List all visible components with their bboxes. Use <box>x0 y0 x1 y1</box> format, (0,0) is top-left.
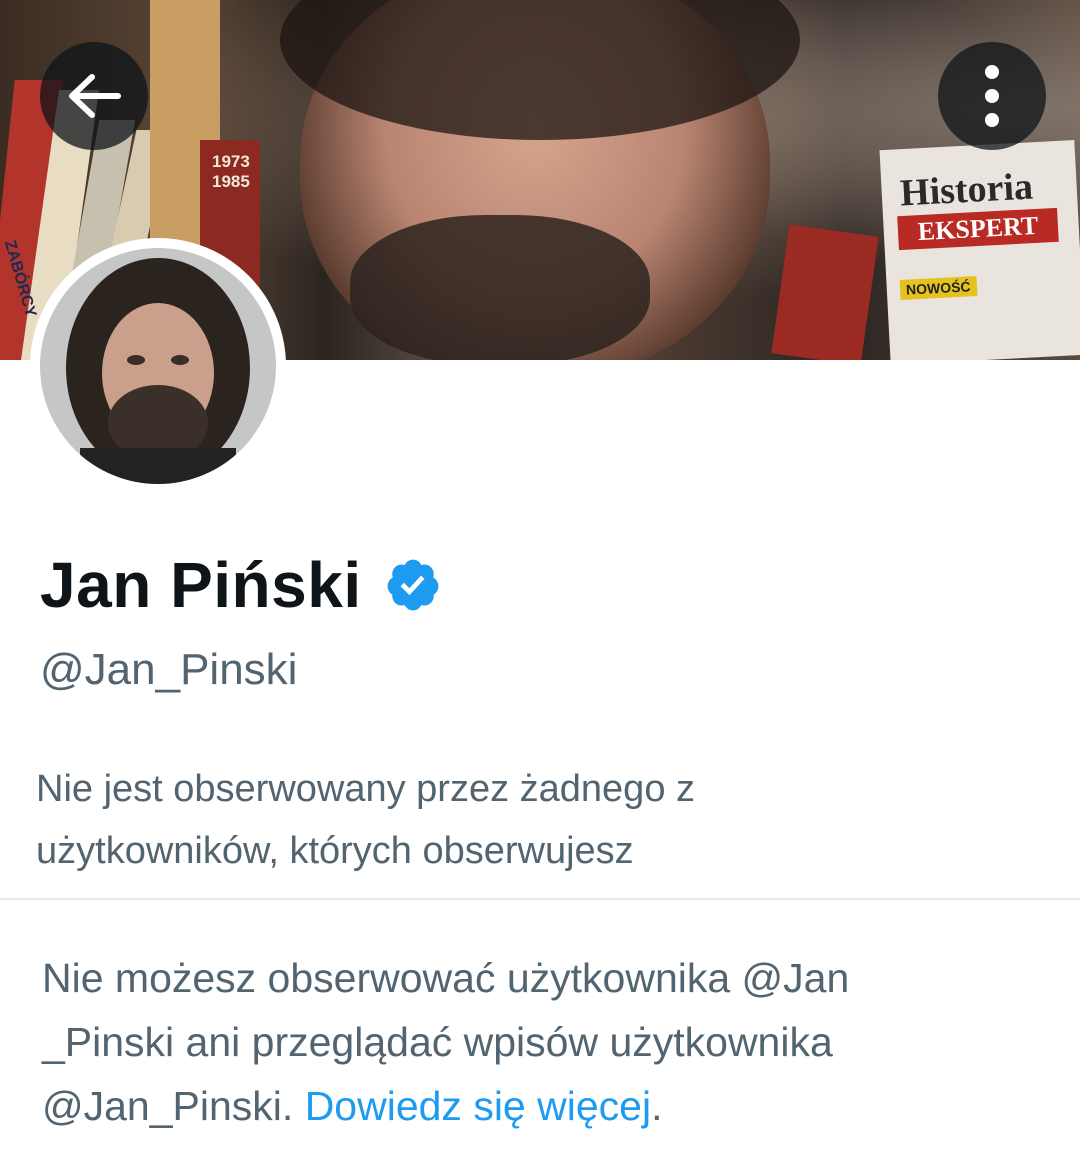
profile-handle: @Jan_Pinski <box>40 645 298 694</box>
protected-text-line3: @Jan_Pinski. <box>42 1083 294 1129</box>
banner-beard <box>350 215 650 360</box>
magazine-title: Historia <box>898 165 1034 215</box>
protected-account-notice: Nie możesz obserwować użytkownika @Jan _… <box>42 946 1042 1138</box>
book-years-label: 1973 1985 <box>212 152 250 191</box>
arrow-left-icon <box>69 74 121 118</box>
protected-text-line2: _Pinski ani przeglądać wpisów użytkownik… <box>42 1019 833 1065</box>
followers-you-know-note: Nie jest obserwowany przez żadnego z uży… <box>36 768 696 872</box>
profile-name: Jan Piński <box>40 549 362 621</box>
protected-text-line1: Nie możesz obserwować użytkownika @Jan <box>42 955 850 1001</box>
more-options-button[interactable] <box>938 42 1046 150</box>
profile-name-row: Jan Piński <box>40 548 442 622</box>
more-vertical-icon <box>985 65 999 127</box>
verified-badge-icon[interactable] <box>384 556 442 614</box>
learn-more-link[interactable]: Dowiedz się więcej <box>305 1083 651 1129</box>
avatar-portrait <box>40 248 276 484</box>
book-spine-red-right <box>771 224 879 360</box>
section-divider <box>0 898 1080 900</box>
protected-text-suffix: . <box>651 1083 663 1129</box>
avatar-image <box>40 248 276 484</box>
back-button[interactable] <box>40 42 148 150</box>
profile-avatar[interactable] <box>30 238 286 494</box>
magazine-badge: NOWOŚĆ <box>899 276 978 300</box>
